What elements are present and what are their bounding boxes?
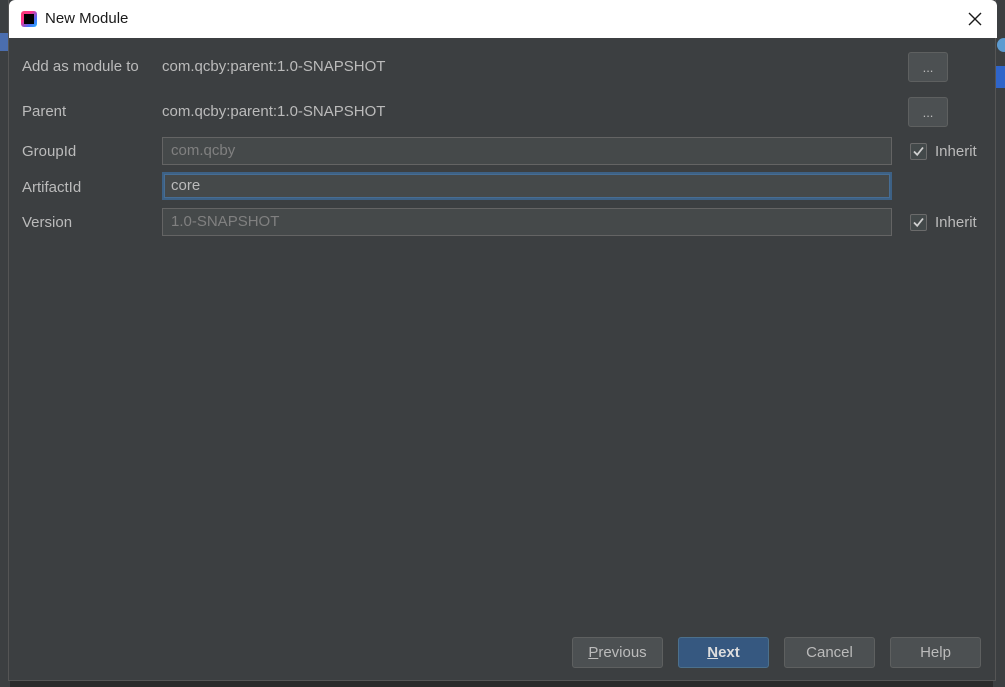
version-inherit-label: Inherit xyxy=(935,214,977,231)
version-field[interactable]: 1.0-SNAPSHOT xyxy=(162,208,892,236)
add-as-module-value: com.qcby:parent:1.0-SNAPSHOT xyxy=(162,58,386,75)
checkbox-checked-icon xyxy=(910,143,927,160)
next-button[interactable]: Next xyxy=(678,637,769,668)
next-mnemonic: N xyxy=(707,644,719,661)
version-inherit-checkbox[interactable]: Inherit xyxy=(910,214,977,231)
artifactid-field[interactable]: core xyxy=(162,172,892,200)
close-icon xyxy=(968,12,982,26)
help-button[interactable]: Help xyxy=(890,637,981,668)
groupid-inherit-checkbox[interactable]: Inherit xyxy=(910,143,977,160)
checkbox-checked-icon xyxy=(910,214,927,231)
background-indicator-dot xyxy=(997,38,1005,52)
add-as-module-label: Add as module to xyxy=(22,58,139,75)
groupid-inherit-label: Inherit xyxy=(935,143,977,160)
new-module-dialog: New Module Add as module to com.qcby:par… xyxy=(8,0,997,681)
groupid-label: GroupId xyxy=(22,143,77,160)
dialog-title: New Module xyxy=(45,10,129,27)
parent-browse-button[interactable]: ... xyxy=(908,97,948,127)
close-button[interactable] xyxy=(957,4,993,34)
version-label: Version xyxy=(22,214,73,231)
parent-value: com.qcby:parent:1.0-SNAPSHOT xyxy=(162,103,386,120)
groupid-field[interactable]: com.qcby xyxy=(162,137,892,165)
artifactid-label: ArtifactId xyxy=(22,179,82,196)
cancel-button[interactable]: Cancel xyxy=(784,637,875,668)
add-as-module-browse-button[interactable]: ... xyxy=(908,52,948,82)
intellij-app-icon xyxy=(21,11,37,27)
parent-label: Parent xyxy=(22,103,67,120)
dialog-titlebar: New Module xyxy=(9,0,997,38)
previous-label: revious xyxy=(598,644,647,661)
previous-mnemonic: P xyxy=(588,644,599,661)
previous-button[interactable]: Previous xyxy=(572,637,663,668)
next-label: ext xyxy=(718,644,740,661)
